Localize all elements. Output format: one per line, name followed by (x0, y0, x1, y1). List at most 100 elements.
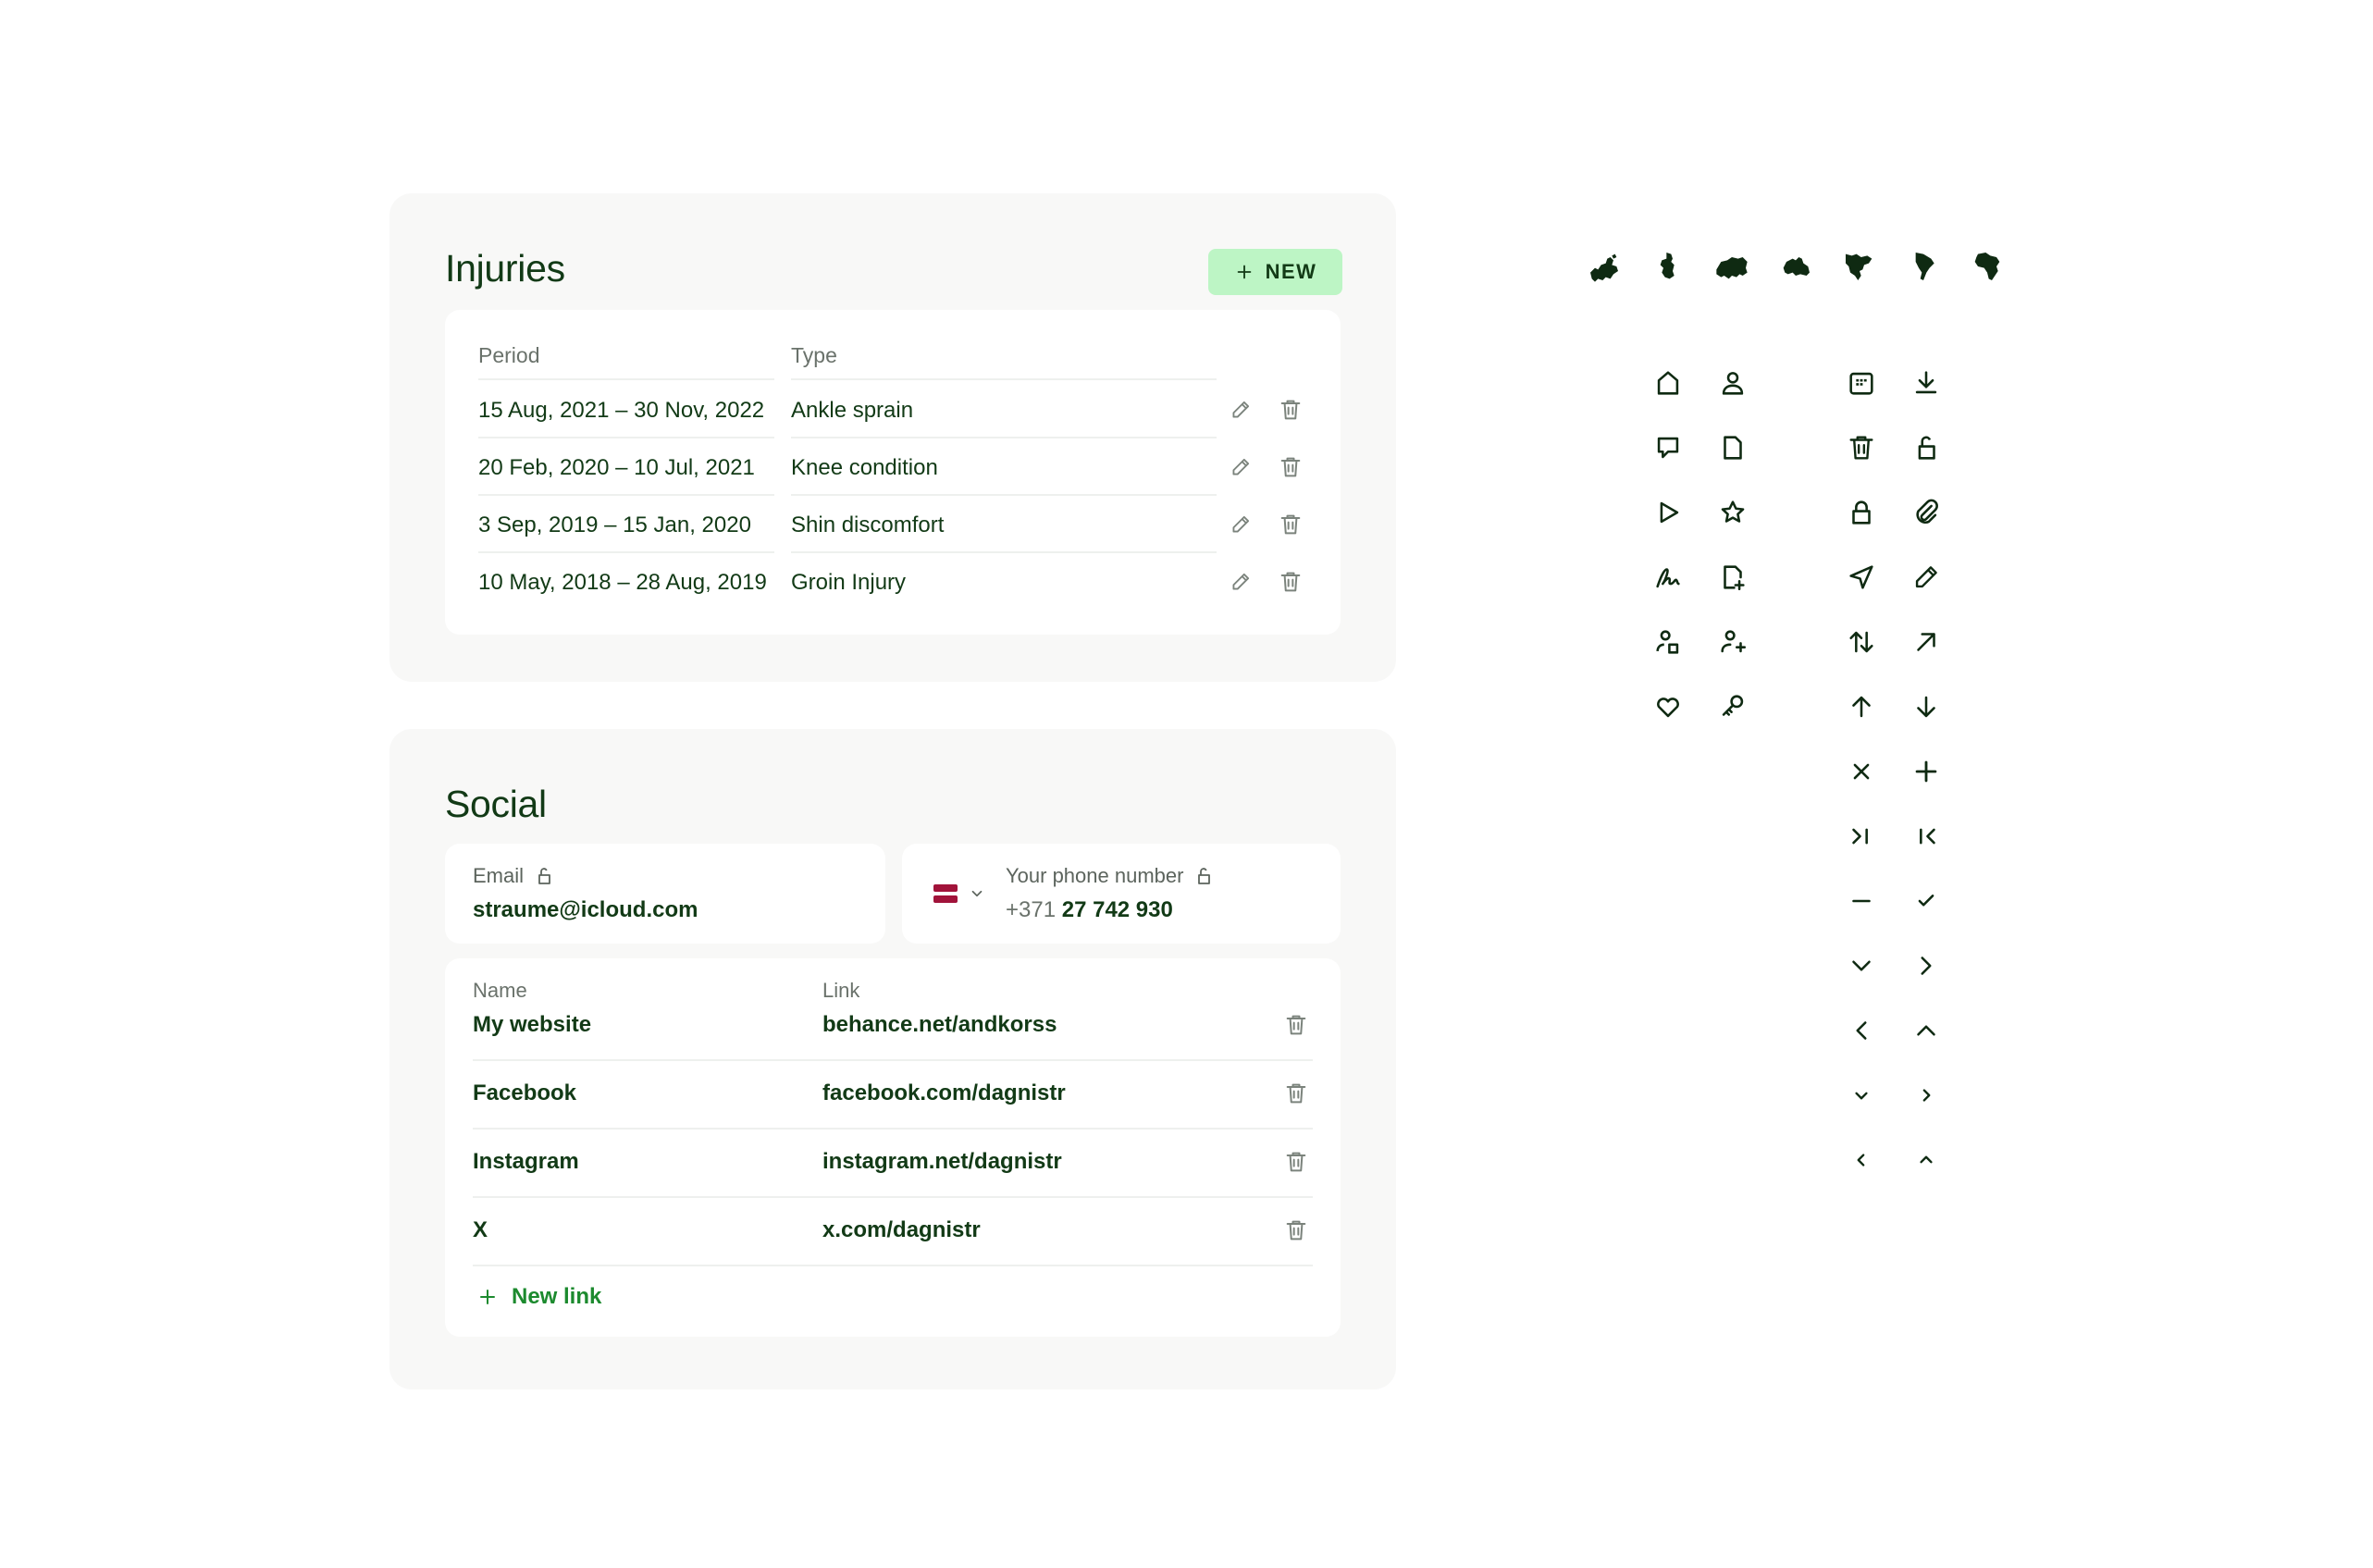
chevron-left-small-icon (1843, 1142, 1880, 1179)
link-name: My website (473, 1012, 592, 1037)
link-name: Facebook (473, 1080, 577, 1105)
africa-icon (1969, 248, 2006, 285)
edit-icon[interactable] (1224, 451, 1257, 484)
minus-icon (1843, 883, 1880, 920)
phone-value: +371 27 742 930 (1006, 897, 1173, 923)
injury-type: Groin Injury (791, 570, 907, 595)
download-icon (1908, 364, 1945, 401)
divider (473, 1128, 1313, 1130)
injury-type: Knee condition (791, 455, 938, 480)
paperclip-icon (1908, 494, 1945, 531)
key-icon (1714, 688, 1751, 725)
injury-period: 15 Aug, 2021 – 30 Nov, 2022 (478, 398, 765, 423)
injury-type: Ankle sprain (791, 398, 914, 423)
add-user-icon (1714, 623, 1751, 661)
check-icon (1908, 883, 1945, 920)
chevron-up-small-icon (1908, 1142, 1945, 1179)
link-url[interactable]: x.com/dagnistr (822, 1217, 981, 1243)
europe-icon (1586, 248, 1623, 285)
chevron-right-icon (1908, 947, 1945, 984)
social-title: Social (445, 783, 547, 825)
social-card: Social Email straume@icloud.com Your pho… (389, 729, 1396, 1389)
email-label: Email (473, 864, 555, 888)
unlock-icon (1908, 429, 1945, 466)
chat-icon (1650, 429, 1687, 466)
divider (473, 1196, 1313, 1198)
close-icon (1843, 753, 1880, 790)
new-injury-label: NEW (1265, 260, 1317, 283)
divider (473, 1059, 1313, 1061)
divider (478, 494, 774, 496)
users-icon (1650, 623, 1687, 661)
edit-icon[interactable] (1224, 508, 1257, 541)
north-america-icon (1841, 248, 1878, 285)
south-america-icon (1905, 248, 1942, 285)
new-link-label: New link (512, 1284, 602, 1309)
social-links-table: Name Link My website behance.net/andkors… (445, 958, 1341, 1337)
link-url[interactable]: facebook.com/dagnistr (822, 1080, 1066, 1106)
plus-icon (1234, 262, 1254, 282)
link-url[interactable]: instagram.net/dagnistr (822, 1149, 1062, 1175)
document-icon (1714, 429, 1751, 466)
trash-icon[interactable] (1274, 565, 1307, 599)
sort-icon (1843, 623, 1880, 661)
column-header-type: Type (791, 343, 837, 367)
email-label-text: Email (473, 864, 525, 887)
country-selector[interactable] (933, 884, 985, 903)
email-field[interactable]: Email straume@icloud.com (445, 844, 885, 944)
calendar-icon (1843, 364, 1880, 401)
divider (478, 437, 774, 438)
injury-period: 20 Feb, 2020 – 10 Jul, 2021 (478, 455, 755, 480)
trash-icon[interactable] (1279, 1077, 1313, 1110)
divider (791, 437, 1217, 438)
asia-icon (1650, 248, 1687, 285)
trash-icon[interactable] (1279, 1214, 1313, 1247)
skip-forward-icon (1843, 818, 1880, 855)
skip-back-icon (1908, 818, 1945, 855)
trash-icon (1843, 429, 1880, 466)
chevron-down-icon (1843, 947, 1880, 984)
trash-icon[interactable] (1274, 508, 1307, 541)
unlock-icon (533, 865, 555, 887)
injuries-table: Period Type 15 Aug, 2021 – 30 Nov, 2022 … (445, 310, 1341, 635)
trash-icon[interactable] (1279, 1145, 1313, 1179)
chevron-left-icon (1843, 1012, 1880, 1049)
trash-icon[interactable] (1274, 451, 1307, 484)
injury-period: 3 Sep, 2019 – 15 Jan, 2020 (478, 512, 751, 537)
new-link-button[interactable]: New link (476, 1284, 601, 1310)
divider (473, 1265, 1313, 1266)
unlock-icon (1193, 865, 1215, 887)
star-icon (1714, 494, 1751, 531)
arrow-up-icon (1843, 688, 1880, 725)
arrow-up-right-icon (1908, 623, 1945, 661)
injuries-card: Injuries NEW Period Type 15 Aug, 2021 – … (389, 193, 1396, 682)
trash-icon[interactable] (1279, 1008, 1313, 1042)
trash-icon[interactable] (1274, 393, 1307, 426)
column-header-link: Link (822, 979, 860, 1002)
link-name: X (473, 1217, 488, 1242)
divider (791, 378, 1217, 380)
russia-icon (1713, 248, 1750, 285)
play-icon (1650, 494, 1687, 531)
edit-icon[interactable] (1224, 393, 1257, 426)
chevron-down-small-icon (1843, 1077, 1880, 1114)
latvia-flag-icon (933, 884, 958, 903)
australia-icon (1777, 248, 1814, 285)
user-icon (1714, 364, 1751, 401)
heart-icon (1650, 688, 1687, 725)
injury-period: 10 May, 2018 – 28 Aug, 2019 (478, 570, 767, 595)
plus-icon (476, 1286, 499, 1308)
chevron-right-small-icon (1908, 1077, 1945, 1114)
add-document-icon (1714, 559, 1751, 596)
phone-field[interactable]: Your phone number +371 27 742 930 (902, 844, 1341, 944)
signature-icon (1650, 559, 1687, 596)
divider (478, 378, 774, 380)
divider (478, 551, 774, 553)
link-url[interactable]: behance.net/andkorss (822, 1012, 1057, 1038)
send-icon (1843, 559, 1880, 596)
edit-icon[interactable] (1224, 565, 1257, 599)
lock-icon (1843, 494, 1880, 531)
new-injury-button[interactable]: NEW (1208, 249, 1342, 295)
chevron-up-icon (1908, 1012, 1945, 1049)
link-name: Instagram (473, 1149, 579, 1174)
